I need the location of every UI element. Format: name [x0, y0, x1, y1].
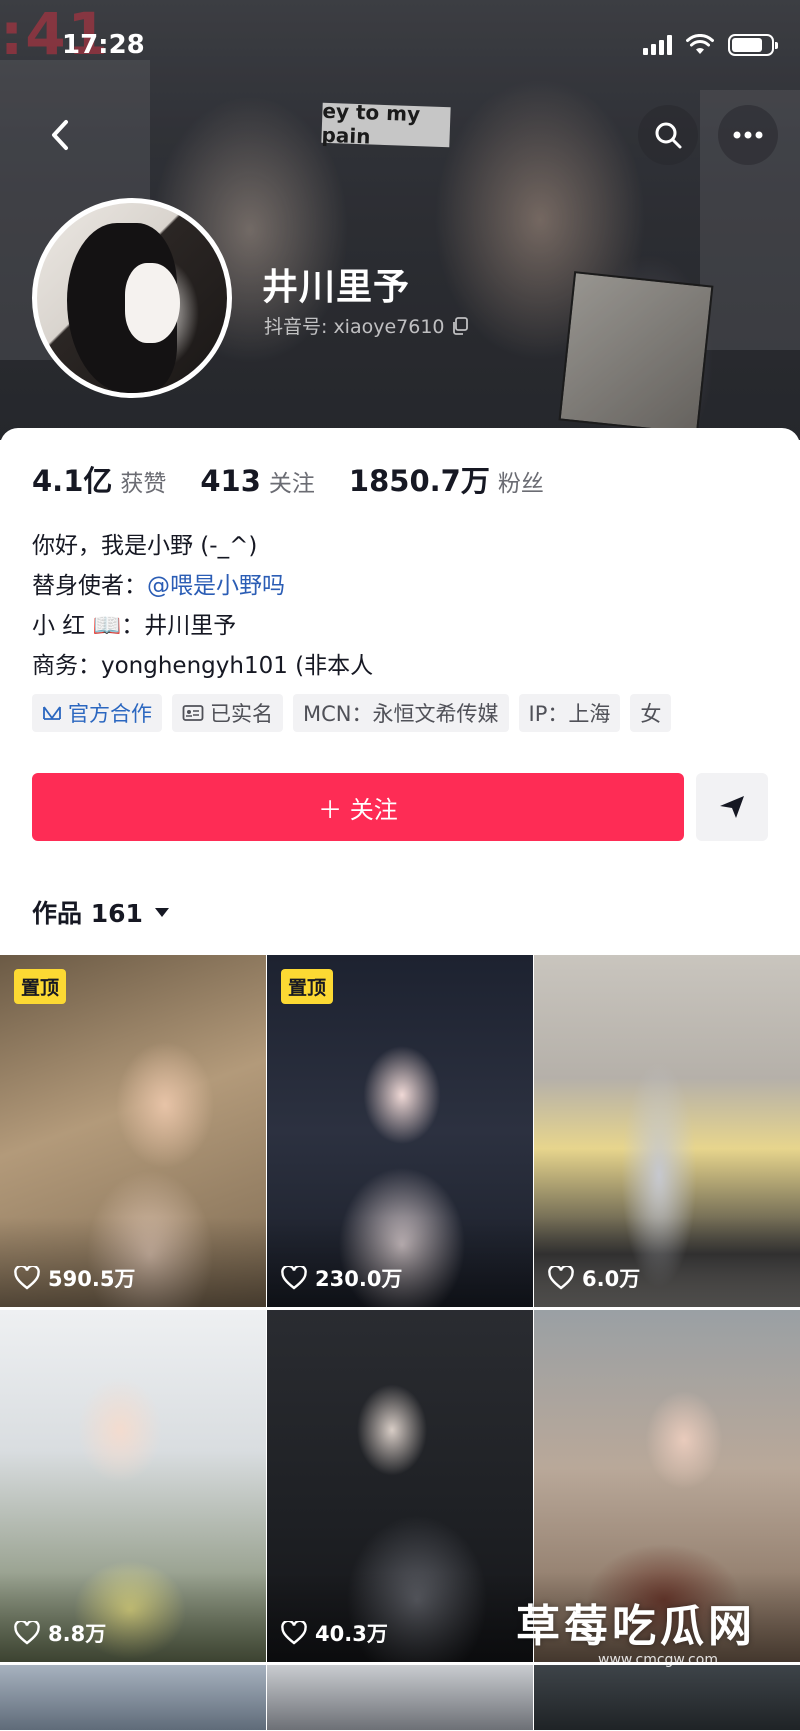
video-likes-count: 40.3万: [315, 1622, 388, 1646]
tag-label: MCN：永恒文希传媒: [303, 702, 499, 726]
stat-followers[interactable]: 1850.7万 粉丝: [349, 458, 544, 500]
tag-label: 已实名: [210, 702, 273, 726]
video-likes: 6.0万: [548, 1263, 640, 1293]
share-button[interactable]: [696, 773, 768, 841]
works-tab-label: 作品 161: [32, 899, 143, 928]
search-icon: [655, 122, 682, 149]
caret-down-icon: [154, 907, 169, 917]
profile-tags: 官方合作 已实名 MCN：永恒文希传媒 IP：上海 女: [32, 694, 672, 732]
profile-id[interactable]: 抖音号: xiaoye7610: [264, 312, 469, 339]
search-button[interactable]: [638, 105, 698, 165]
avatar[interactable]: [32, 198, 232, 398]
profile-name: 井川里予: [262, 267, 411, 308]
stat-following[interactable]: 413 关注: [200, 464, 315, 498]
tag-gender: 女: [630, 694, 672, 732]
tag-verified[interactable]: 已实名: [172, 694, 283, 732]
video-thumbnail[interactable]: [267, 1665, 533, 1730]
status-time: 17:28: [62, 30, 145, 60]
tag-label: IP：上海: [528, 702, 611, 726]
profile-stats: 4.1亿 获赞 413 关注 1850.7万 粉丝: [32, 458, 544, 500]
stat-label: 关注: [268, 471, 315, 497]
video-thumbnail[interactable]: 置顶 230.0万: [267, 955, 533, 1307]
heart-icon: [14, 1621, 40, 1645]
pinned-badge: 置顶: [14, 969, 67, 1004]
copy-icon[interactable]: [451, 316, 469, 335]
watermark: 草莓吃瓜网: [516, 1601, 756, 1652]
stat-value: 413: [200, 464, 261, 498]
bio-mention-link[interactable]: @喂是小野吗: [147, 573, 285, 599]
video-thumbnail[interactable]: 40.3万: [267, 1310, 533, 1662]
video-likes: 590.5万: [14, 1263, 135, 1293]
video-likes: 8.8万: [14, 1618, 106, 1648]
id-card-icon: [182, 705, 204, 721]
stat-label: 粉丝: [497, 471, 544, 497]
tag-label: 女: [640, 702, 662, 726]
bio-line: 小 红 📖：井川里予: [32, 613, 237, 639]
send-icon: [720, 796, 744, 818]
bio-line: 你好，我是小野 (-_^): [32, 533, 258, 559]
tab-works[interactable]: 作品 161: [32, 894, 169, 930]
profile-id-text: 抖音号: xiaoye7610: [264, 316, 445, 338]
stat-likes[interactable]: 4.1亿 获赞: [32, 458, 166, 500]
stat-value: 4.1亿: [32, 464, 113, 498]
stat-label: 获赞: [120, 471, 167, 497]
stat-value: 1850.7万: [348, 464, 490, 498]
signal-icon: [643, 35, 672, 55]
video-thumbnail[interactable]: 8.8万: [0, 1310, 266, 1662]
tag-official[interactable]: 官方合作: [32, 694, 162, 732]
follow-button[interactable]: ＋ 关注: [32, 773, 684, 841]
video-likes-count: 590.5万: [48, 1267, 136, 1291]
video-likes-count: 230.0万: [315, 1267, 403, 1291]
video-likes-count: 6.0万: [582, 1267, 641, 1291]
tag-label: 官方合作: [68, 702, 152, 726]
pinned-badge: 置顶: [281, 969, 334, 1004]
video-likes: 40.3万: [281, 1618, 388, 1648]
video-thumbnail[interactable]: 置顶 590.5万: [0, 955, 266, 1307]
video-likes-count: 8.8万: [48, 1622, 107, 1646]
video-thumbnail[interactable]: [534, 1665, 800, 1730]
video-thumbnail[interactable]: [0, 1665, 266, 1730]
back-button[interactable]: [30, 105, 90, 165]
tag-ip: IP：上海: [518, 694, 621, 732]
battery-icon: [728, 34, 778, 56]
heart-icon: [281, 1621, 307, 1645]
more-button[interactable]: [718, 105, 778, 165]
official-icon: [43, 706, 61, 720]
heart-icon: [281, 1266, 307, 1290]
more-dots-icon: [733, 131, 763, 139]
tag-mcn[interactable]: MCN：永恒文希传媒: [293, 694, 509, 732]
heart-icon: [548, 1266, 574, 1290]
bio-line: 商务：yonghengyh101 (非本人: [32, 653, 374, 679]
chevron-left-icon: [52, 120, 68, 150]
heart-icon: [14, 1266, 40, 1290]
status-icons: [643, 34, 778, 56]
wifi-icon: [686, 34, 714, 54]
video-thumbnail[interactable]: 6.0万: [534, 955, 800, 1307]
bio-line-prefix: 替身使者：: [32, 573, 147, 599]
video-likes: 230.0万: [281, 1263, 402, 1293]
bio-line: 替身使者：@喂是小野吗: [32, 566, 373, 606]
profile-bio: 你好，我是小野 (-_^) 替身使者：@喂是小野吗 小 红 📖：井川里予 商务：…: [32, 526, 373, 686]
watermark-url: www.cmcgw.com: [598, 1652, 718, 1668]
